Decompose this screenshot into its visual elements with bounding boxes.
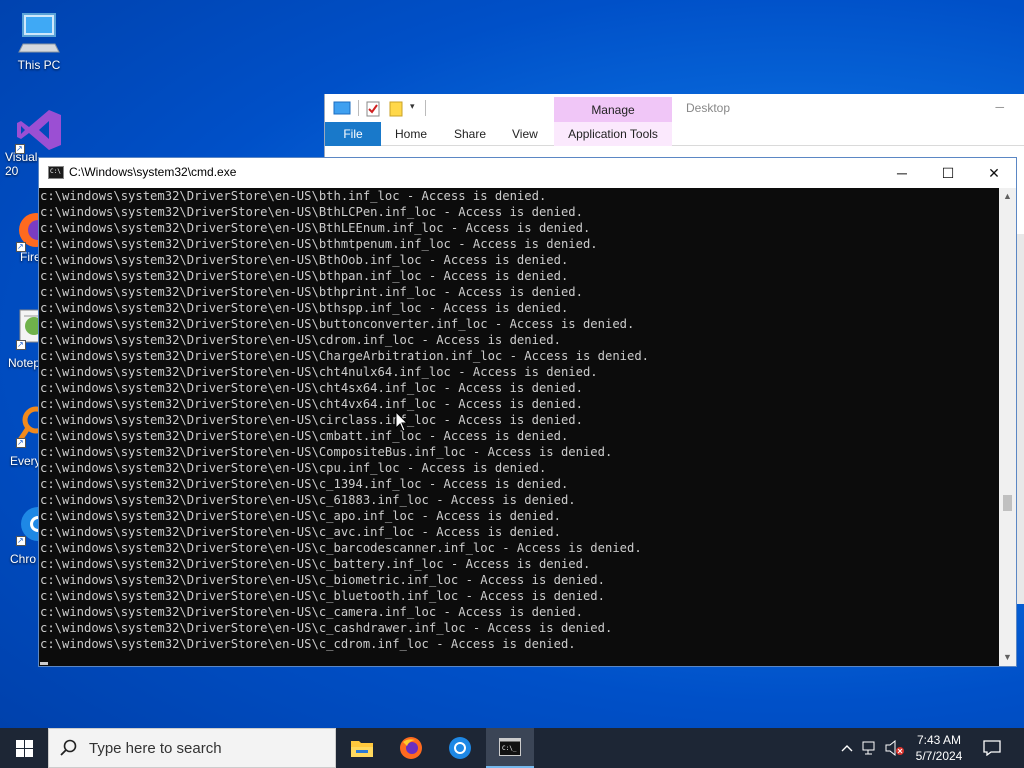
console-line: c:\windows\system32\DriverStore\en-US\ch… — [40, 381, 583, 395]
firefox-icon — [400, 737, 422, 759]
customize-toolbar-icon[interactable]: ▾ — [410, 101, 415, 112]
cmd-window[interactable]: C:\Windows\system32\cmd.exe ─ ☐ ✕ c:\win… — [38, 157, 1017, 667]
speaker-muted-icon — [885, 740, 904, 756]
close-button[interactable]: ✕ — [971, 158, 1017, 188]
new-folder-icon[interactable] — [389, 101, 403, 117]
chrome-icon — [449, 737, 471, 759]
taskbar-chrome[interactable] — [436, 728, 484, 768]
desktop-icon-this-pc[interactable]: This PC — [1, 10, 77, 72]
shortcut-arrow-icon: ↗ — [15, 144, 25, 154]
console-line: c:\windows\system32\DriverStore\en-US\c_… — [40, 541, 642, 555]
console-line: c:\windows\system32\DriverStore\en-US\Bt… — [40, 205, 583, 219]
network-icon — [862, 741, 875, 755]
cmd-titlebar[interactable]: C:\Windows\system32\cmd.exe ─ ☐ ✕ — [39, 158, 1016, 188]
text-cursor — [40, 662, 48, 665]
cmd-window-title: C:\Windows\system32\cmd.exe — [69, 165, 237, 179]
tab-home[interactable]: Home — [395, 122, 427, 146]
console-line: c:\windows\system32\DriverStore\en-US\c_… — [40, 509, 561, 523]
console-line: c:\windows\system32\DriverStore\en-US\cp… — [40, 461, 547, 475]
search-placeholder: Type here to search — [89, 740, 222, 757]
taskbar-firefox[interactable] — [387, 728, 435, 768]
tab-application-tools[interactable]: Application Tools — [554, 122, 672, 146]
console-scrollbar[interactable]: ▲ ▼ — [999, 188, 1016, 666]
explorer-window-title: Desktop — [686, 101, 731, 115]
tab-share[interactable]: Share — [454, 122, 486, 146]
ribbon-tabs: File Home Share View Application Tools — [325, 122, 1024, 146]
console-line: c:\windows\system32\DriverStore\en-US\c_… — [40, 493, 576, 507]
shortcut-arrow-icon: ↗ — [16, 438, 26, 448]
console-line: c:\windows\system32\DriverStore\en-US\c_… — [40, 557, 591, 571]
taskbar-file-explorer[interactable] — [338, 728, 386, 768]
console-lines: c:\windows\system32\DriverStore\en-US\bt… — [40, 188, 649, 652]
scroll-up-icon[interactable]: ▲ — [999, 188, 1016, 205]
notification-icon — [983, 740, 1001, 756]
chevron-up-icon — [841, 745, 853, 752]
console-output[interactable]: c:\windows\system32\DriverStore\en-US\bt… — [39, 188, 999, 666]
shortcut-arrow-icon: ↗ — [16, 340, 26, 350]
scrollbar-thumb[interactable] — [1003, 495, 1012, 511]
console-line: c:\windows\system32\DriverStore\en-US\c_… — [40, 589, 605, 603]
network-status[interactable] — [860, 728, 882, 768]
console-line: c:\windows\system32\DriverStore\en-US\ci… — [40, 413, 583, 427]
search-box[interactable]: Type here to search — [48, 728, 336, 768]
taskbar-cmd[interactable]: C:\_ — [486, 728, 534, 768]
console-line: c:\windows\system32\DriverStore\en-US\bt… — [40, 301, 569, 315]
console-line: c:\windows\system32\DriverStore\en-US\c_… — [40, 605, 583, 619]
shortcut-arrow-icon: ↗ — [16, 536, 26, 546]
clock-time: 7:43 AM — [916, 733, 962, 747]
svg-text:C:\_: C:\_ — [502, 745, 517, 752]
console-line: c:\windows\system32\DriverStore\en-US\ch… — [40, 365, 598, 379]
console-line: c:\windows\system32\DriverStore\en-US\bt… — [40, 237, 598, 251]
console-line: c:\windows\system32\DriverStore\en-US\cd… — [40, 333, 561, 347]
console-line: c:\windows\system32\DriverStore\en-US\c_… — [40, 477, 569, 491]
console-line: c:\windows\system32\DriverStore\en-US\c_… — [40, 637, 576, 651]
taskbar: Type here to search C:\_ 7:43 AM 5/7/202… — [0, 728, 1024, 768]
desktop-icon-chrome[interactable]: ↗ Chro — [0, 502, 46, 566]
desktop-icon-label: This PC — [17, 58, 61, 72]
console-line: c:\windows\system32\DriverStore\en-US\bt… — [40, 285, 583, 299]
console-line: c:\windows\system32\DriverStore\en-US\ch… — [40, 397, 583, 411]
terminal-icon: C:\_ — [499, 738, 521, 756]
tab-file[interactable]: File — [325, 122, 381, 146]
scroll-down-icon[interactable]: ▼ — [999, 649, 1016, 666]
action-center-button[interactable] — [978, 728, 1006, 768]
console-line: c:\windows\system32\DriverStore\en-US\Ch… — [40, 349, 650, 363]
computer-icon — [18, 13, 60, 53]
minimize-button[interactable]: ─ — [879, 158, 925, 188]
folder-icon — [351, 741, 373, 757]
console-line: c:\windows\system32\DriverStore\en-US\cm… — [40, 429, 569, 443]
volume-status[interactable] — [884, 728, 906, 768]
console-line: c:\windows\system32\DriverStore\en-US\bu… — [40, 317, 635, 331]
start-button[interactable] — [0, 728, 48, 768]
maximize-button[interactable]: ☐ — [925, 158, 971, 188]
console-line: c:\windows\system32\DriverStore\en-US\Bt… — [40, 221, 591, 235]
search-icon — [60, 739, 77, 756]
system-clock[interactable]: 7:43 AM 5/7/2024 — [908, 732, 970, 764]
explorer-minimize-button[interactable]: ─ — [995, 100, 1004, 114]
cmd-icon — [48, 166, 64, 179]
console-line: c:\windows\system32\DriverStore\en-US\bt… — [40, 189, 547, 203]
desktop-icon-notepad[interactable]: ↗ Notep — [0, 306, 45, 370]
desktop-icon-label: Notep — [8, 356, 41, 370]
clock-date: 5/7/2024 — [915, 749, 963, 763]
desktop-icon-everything[interactable]: ↗ Every — [0, 404, 46, 468]
console-line: c:\windows\system32\DriverStore\en-US\Bt… — [40, 253, 569, 267]
explorer-window-icon — [333, 101, 351, 115]
console-line: c:\windows\system32\DriverStore\en-US\c_… — [40, 525, 561, 539]
mouse-pointer-icon — [395, 411, 409, 432]
properties-icon[interactable] — [366, 101, 380, 117]
quick-access-toolbar: ▾ — [325, 94, 555, 122]
show-hidden-icons[interactable] — [838, 728, 856, 768]
shortcut-arrow-icon: ↗ — [16, 242, 26, 252]
tab-view[interactable]: View — [512, 122, 538, 146]
windows-logo-icon — [15, 739, 33, 757]
console-line: c:\windows\system32\DriverStore\en-US\bt… — [40, 269, 569, 283]
explorer-scrollbar[interactable] — [1016, 234, 1024, 604]
console-line: c:\windows\system32\DriverStore\en-US\c_… — [40, 621, 613, 635]
manage-contextual-header: Manage — [554, 97, 672, 123]
console-line: c:\windows\system32\DriverStore\en-US\Co… — [40, 445, 613, 459]
console-line: c:\windows\system32\DriverStore\en-US\c_… — [40, 573, 605, 587]
desktop-icon-firefox[interactable]: ↗ Fire — [0, 210, 50, 264]
